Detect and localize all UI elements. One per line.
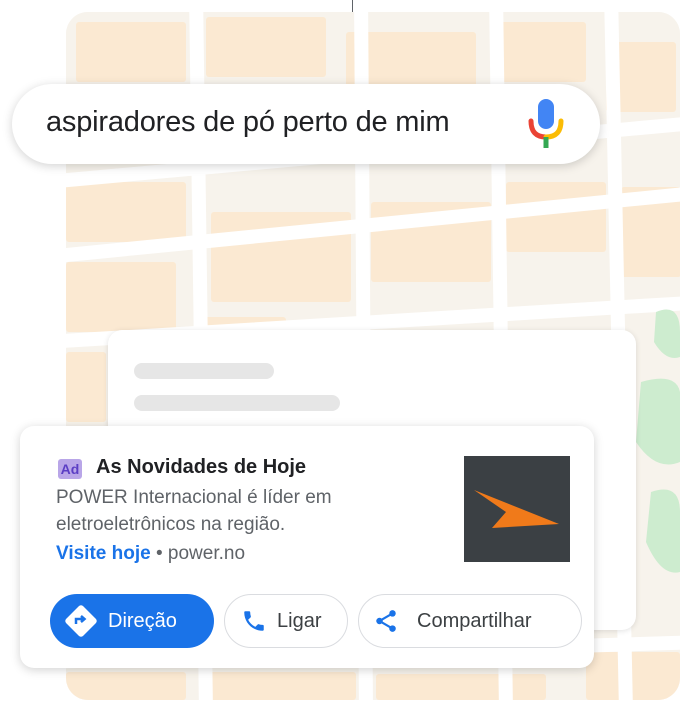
- ad-link-row: Visite hoje • power.no: [56, 540, 245, 567]
- skeleton-line: [134, 395, 340, 411]
- call-label: Ligar: [277, 609, 322, 632]
- visit-today-link[interactable]: Visite hoje: [56, 543, 151, 564]
- directions-label: Direção: [108, 609, 177, 632]
- ad-badge: Ad: [58, 459, 82, 479]
- microphone-icon[interactable]: [528, 97, 564, 153]
- ad-domain: power.no: [167, 543, 246, 564]
- search-bar[interactable]: aspiradores de pó perto de mim: [12, 84, 600, 164]
- call-button[interactable]: Ligar: [224, 594, 348, 648]
- phone-icon: [244, 611, 264, 631]
- advertiser-logo[interactable]: [464, 456, 570, 562]
- share-button[interactable]: Compartilhar: [358, 594, 582, 648]
- search-input[interactable]: aspiradores de pó perto de mim: [46, 106, 450, 139]
- ad-separator: •: [150, 543, 168, 564]
- top-connector-line: [352, 0, 353, 12]
- ad-description: POWER Internacional é líder em eletroele…: [56, 487, 332, 535]
- ad-card[interactable]: Ad As Novidades de Hoje POWER Internacio…: [20, 426, 594, 668]
- arrow-logo-icon: [474, 490, 559, 528]
- skeleton-line: [134, 363, 274, 379]
- directions-button[interactable]: Direção: [50, 594, 214, 648]
- share-icon: [376, 610, 396, 632]
- share-label: Compartilhar: [417, 609, 532, 632]
- ad-title[interactable]: As Novidades de Hoje: [96, 456, 306, 479]
- directions-icon: [65, 605, 97, 637]
